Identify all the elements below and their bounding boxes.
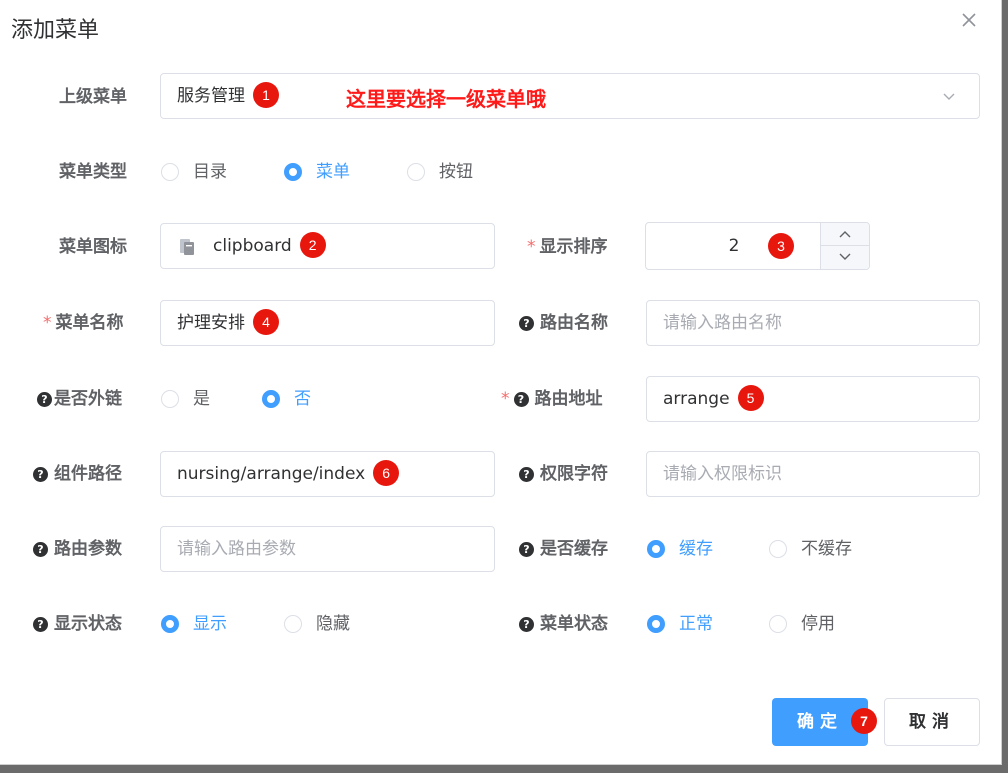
annotation-text: 这里要选择一级菜单哦 [346, 87, 546, 111]
menu-name-label: * 菜单名称 [43, 313, 124, 333]
menu-icon-input[interactable]: clipboard 2 [160, 223, 495, 269]
component-value: nursing/arrange/index [177, 464, 366, 484]
clipboard-icon [180, 239, 194, 255]
question-icon[interactable]: ? [33, 467, 48, 482]
component-input[interactable]: nursing/arrange/index 6 [160, 451, 495, 497]
stepper-decrease-button[interactable] [821, 246, 869, 269]
order-value: 2 [728, 236, 740, 256]
question-icon[interactable]: ? [33, 542, 48, 557]
is-cache-radio-group: 缓存 不缓存 [647, 537, 967, 561]
cancel-label: 取消 [909, 712, 955, 732]
menu-name-value: 护理安排 [177, 313, 245, 333]
route-path-input[interactable]: arrange 5 [646, 376, 980, 422]
perms-label: ? 权限字符 [519, 464, 608, 484]
chevron-up-icon [839, 231, 851, 238]
step-badge-1: 1 [253, 82, 279, 108]
query-input[interactable]: 请输入路由参数 [160, 526, 495, 572]
question-icon[interactable]: ? [33, 617, 48, 632]
dialog-title: 添加菜单 [11, 18, 100, 43]
stepper-increase-button[interactable] [821, 223, 869, 246]
stepper-buttons [820, 223, 869, 269]
is-frame-label: ? 是否外链 [37, 389, 122, 409]
cancel-button[interactable]: 取消 [884, 698, 980, 746]
order-stepper[interactable]: 2 3 [645, 222, 870, 270]
chevron-down-icon [943, 93, 955, 100]
step-badge-3: 3 [768, 233, 794, 259]
step-badge-5: 5 [737, 385, 764, 411]
add-menu-dialog: 添加菜单 上级菜单 服务管理 1 这里要选择一级菜单哦 菜单类型 目录 菜单 按钮… [0, 0, 1002, 765]
menu-icon-value: clipboard [213, 236, 292, 256]
component-label: ? 组件路径 [33, 464, 122, 484]
perms-input[interactable]: 请输入权限标识 [646, 451, 980, 497]
route-path-value: arrange [663, 389, 730, 409]
confirm-label: 确定 [797, 712, 843, 732]
question-icon[interactable]: ? [519, 316, 534, 331]
route-name-input[interactable]: 请输入路由名称 [646, 300, 980, 346]
is-cache-label: ? 是否缓存 [519, 539, 608, 559]
route-name-label: ? 路由名称 [519, 313, 608, 333]
required-marker: * [43, 313, 52, 333]
menu-type-radio-group: 目录 菜单 按钮 [161, 160, 561, 184]
step-badge-4: 4 [253, 309, 279, 335]
step-badge-2: 2 [299, 232, 326, 258]
parent-menu-select[interactable]: 服务管理 1 [160, 73, 980, 119]
menu-name-input[interactable]: 护理安排 4 [160, 300, 495, 346]
perms-placeholder: 请输入权限标识 [663, 464, 782, 484]
visible-radio-group: 显示 隐藏 [161, 612, 461, 636]
confirm-button[interactable]: 确定 7 [772, 698, 877, 746]
menu-type-label: 菜单类型 [59, 162, 127, 182]
route-name-placeholder: 请输入路由名称 [663, 313, 782, 333]
question-icon[interactable]: ? [519, 617, 534, 632]
required-marker: * [501, 389, 510, 409]
is-frame-radio-group: 是 否 [161, 387, 461, 411]
step-badge-6: 6 [373, 460, 400, 486]
query-placeholder: 请输入路由参数 [177, 539, 296, 559]
question-icon[interactable]: ? [513, 392, 529, 407]
close-icon[interactable] [958, 9, 980, 31]
step-badge-7: 7 [851, 708, 877, 734]
visible-label: ? 显示状态 [33, 614, 122, 634]
query-label: ? 路由参数 [33, 539, 122, 559]
parent-menu-label: 上级菜单 [59, 87, 127, 107]
required-marker: * [527, 237, 536, 257]
menu-icon-label: 菜单图标 [59, 237, 127, 257]
route-path-label: *? 路由地址 [501, 389, 603, 409]
chevron-down-icon [839, 253, 851, 260]
status-label: ? 菜单状态 [519, 614, 608, 634]
question-icon[interactable]: ? [519, 542, 534, 557]
question-icon[interactable]: ? [519, 467, 534, 482]
question-icon[interactable]: ? [37, 392, 52, 407]
order-label: * 显示排序 [527, 237, 608, 257]
status-radio-group: 正常 停用 [647, 612, 967, 636]
parent-menu-value: 服务管理 [177, 86, 245, 106]
